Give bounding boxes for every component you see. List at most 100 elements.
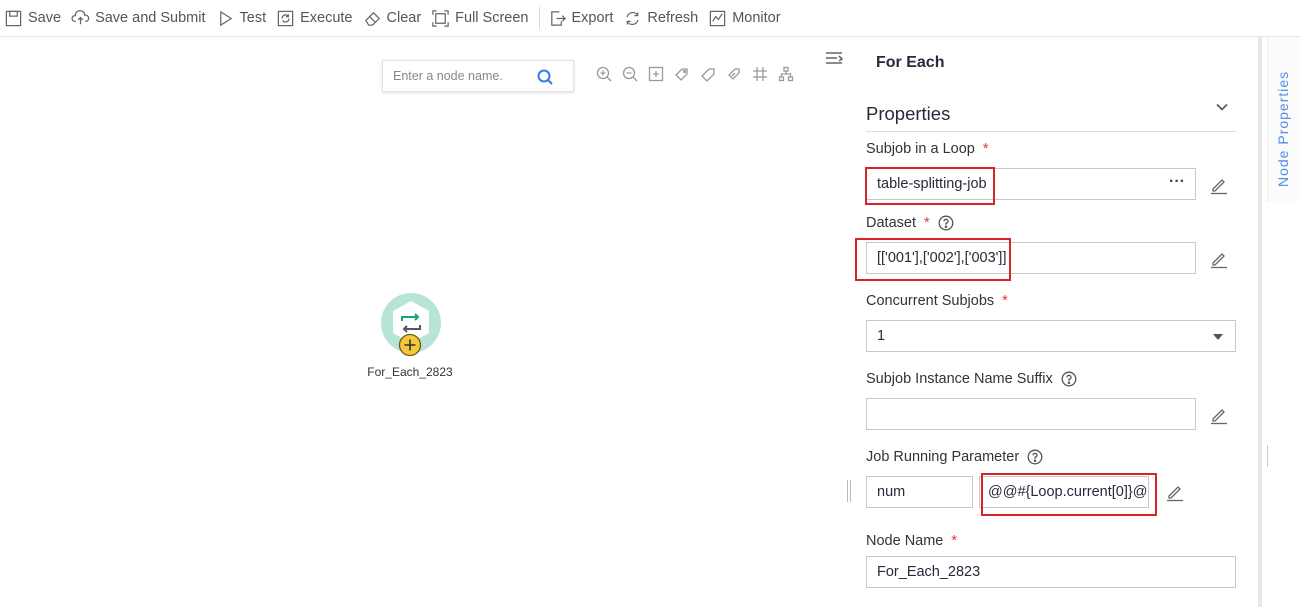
- help-icon[interactable]: [1027, 449, 1043, 465]
- zoom-out-icon: [622, 66, 638, 82]
- node-search-input[interactable]: [393, 69, 533, 83]
- for-each-node[interactable]: [380, 293, 442, 357]
- dataset-label-text: Dataset: [866, 215, 916, 231]
- clear-label: Clear: [386, 10, 422, 26]
- export-icon: [550, 10, 566, 26]
- clear-button[interactable]: Clear: [363, 0, 422, 37]
- section-title[interactable]: Properties: [866, 103, 950, 125]
- collapse-panel-button[interactable]: [825, 48, 844, 70]
- save-icon: [5, 10, 22, 26]
- required-mark: *: [982, 141, 989, 157]
- edit-icon: [1211, 253, 1227, 269]
- execute-icon: [277, 10, 294, 26]
- highlight-box: [981, 473, 1157, 516]
- highlight-box: [865, 167, 995, 205]
- concurrent-label: Concurrent Subjobs *: [866, 293, 1008, 309]
- monitor-button[interactable]: Monitor: [708, 0, 781, 37]
- execute-button[interactable]: Execute: [276, 0, 353, 37]
- concurrent-select[interactable]: 1: [866, 320, 1236, 352]
- full-screen-button[interactable]: Full Screen: [431, 0, 529, 37]
- canvas-tools: [596, 66, 804, 82]
- panel-scrollbar[interactable]: [1258, 37, 1262, 607]
- node-label: For_Each_2823: [367, 365, 453, 379]
- dropdown-caret-icon: [1213, 334, 1223, 340]
- edit-icon: [1167, 486, 1183, 502]
- properties-panel: For Each Properties Subjob in a Loop * t…: [855, 37, 1258, 607]
- grid-button[interactable]: [752, 66, 768, 82]
- help-icon[interactable]: [938, 215, 954, 231]
- subjob-edit-button[interactable]: [1209, 175, 1229, 195]
- label-button[interactable]: [700, 66, 716, 82]
- suffix-field[interactable]: [866, 398, 1196, 430]
- save-submit-label: Save and Submit: [95, 10, 206, 26]
- test-label: Test: [239, 10, 267, 26]
- tag-settings-icon: [675, 68, 688, 81]
- suffix-edit-button[interactable]: [1209, 405, 1229, 425]
- plus-icon[interactable]: [398, 333, 422, 357]
- node-name-field[interactable]: For_Each_2823: [866, 556, 1236, 588]
- param-name-value: num: [877, 484, 906, 500]
- execute-label: Execute: [300, 10, 353, 26]
- concurrent-value: 1: [877, 328, 886, 344]
- monitor-label: Monitor: [732, 10, 781, 26]
- dataset-label: Dataset *: [866, 215, 954, 231]
- param-name-field[interactable]: num: [866, 476, 973, 508]
- refresh-label: Refresh: [647, 10, 699, 26]
- eraser-icon: [364, 11, 380, 26]
- full-screen-label: Full Screen: [455, 10, 529, 26]
- hierarchy-icon: [778, 66, 794, 82]
- panel-resize-handle[interactable]: [847, 480, 851, 502]
- style-button[interactable]: [726, 66, 742, 82]
- param-edit-button[interactable]: [1165, 482, 1185, 502]
- required-mark: *: [951, 533, 958, 549]
- refresh-icon: [626, 11, 639, 25]
- highlight-box: [855, 238, 1011, 281]
- fit-button[interactable]: [648, 66, 664, 82]
- search-icon[interactable]: [535, 67, 555, 87]
- collapse-icon: [826, 52, 844, 64]
- save-submit-button[interactable]: Save and Submit: [71, 0, 206, 37]
- dataset-edit-button[interactable]: [1209, 249, 1229, 269]
- style-icon: [728, 68, 740, 80]
- node-name-label-text: Node Name: [866, 533, 944, 549]
- save-label: Save: [28, 10, 62, 26]
- layout-button[interactable]: [778, 66, 794, 82]
- concurrent-label-text: Concurrent Subjobs: [866, 293, 995, 309]
- param-label-text: Job Running Parameter: [866, 449, 1020, 465]
- grid-icon: [753, 67, 767, 81]
- required-mark: *: [923, 215, 930, 231]
- fit-icon: [648, 66, 664, 82]
- monitor-icon: [709, 10, 726, 26]
- required-mark: *: [1002, 293, 1008, 309]
- node-properties-tab-label: Node Properties: [1275, 70, 1291, 187]
- save-button[interactable]: Save: [4, 0, 61, 37]
- more-icon[interactable]: ···: [1169, 173, 1185, 191]
- suffix-label: Subjob Instance Name Suffix: [866, 371, 1077, 387]
- node-search: [382, 60, 574, 92]
- workflow-canvas[interactable]: For_Each_2823: [0, 37, 851, 607]
- export-button[interactable]: Export: [548, 0, 614, 37]
- test-button[interactable]: Test: [216, 0, 267, 37]
- tag-icon: [701, 68, 715, 82]
- param-label: Job Running Parameter: [866, 449, 1043, 465]
- panel-title: For Each: [876, 54, 945, 71]
- play-icon: [219, 10, 232, 26]
- side-divider: [1267, 445, 1268, 467]
- node-properties-tab[interactable]: Node Properties: [1267, 37, 1300, 202]
- export-label: Export: [571, 10, 614, 26]
- help-icon[interactable]: [1061, 371, 1077, 387]
- refresh-button[interactable]: Refresh: [623, 0, 698, 37]
- zoom-out-button[interactable]: [622, 66, 638, 82]
- suffix-label-text: Subjob Instance Name Suffix: [866, 371, 1053, 387]
- tag-button[interactable]: [674, 66, 690, 82]
- node-name-value: For_Each_2823: [877, 564, 981, 580]
- toolbar-divider: [538, 7, 540, 29]
- fullscreen-icon: [432, 9, 449, 27]
- toolbar: Save Save and Submit Test Execute Clear …: [0, 0, 1300, 37]
- section-divider: [866, 131, 1236, 132]
- edit-icon: [1211, 179, 1227, 195]
- subjob-label-text: Subjob in a Loop: [866, 141, 975, 157]
- chevron-down-icon[interactable]: [1214, 99, 1230, 115]
- zoom-in-button[interactable]: [596, 66, 612, 82]
- node-name-label: Node Name *: [866, 533, 957, 549]
